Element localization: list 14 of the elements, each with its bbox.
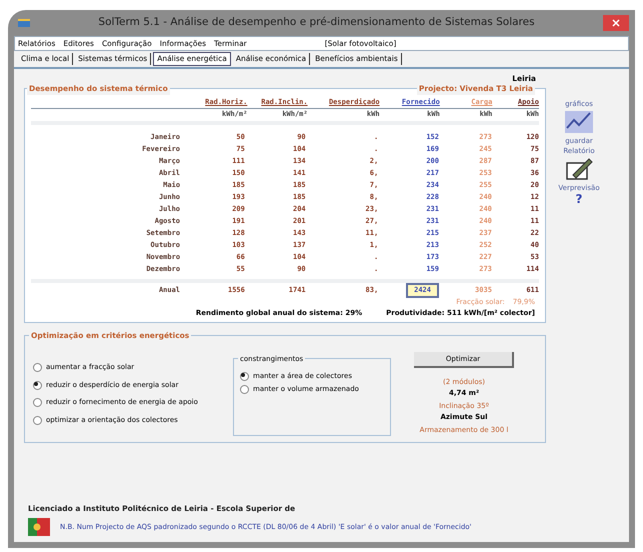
radio-button[interactable] <box>33 416 42 424</box>
flag-icon <box>28 518 50 536</box>
window-title: SolTerm 5.1 - Análise de desempenho e pré-dimensionamento de Sistemas Solares <box>97 15 536 30</box>
pencil-note-icon[interactable] <box>565 156 593 180</box>
radio-button[interactable] <box>240 372 249 381</box>
close-button[interactable] <box>603 15 629 31</box>
radio-button[interactable] <box>33 398 42 407</box>
chart-icon[interactable] <box>564 110 594 134</box>
radio-button[interactable] <box>240 384 249 394</box>
app-icon <box>18 19 30 27</box>
radio-button[interactable] <box>33 380 42 390</box>
radio-button[interactable] <box>33 363 42 372</box>
help-icon[interactable]: ? <box>576 193 582 205</box>
close-icon <box>612 19 620 27</box>
